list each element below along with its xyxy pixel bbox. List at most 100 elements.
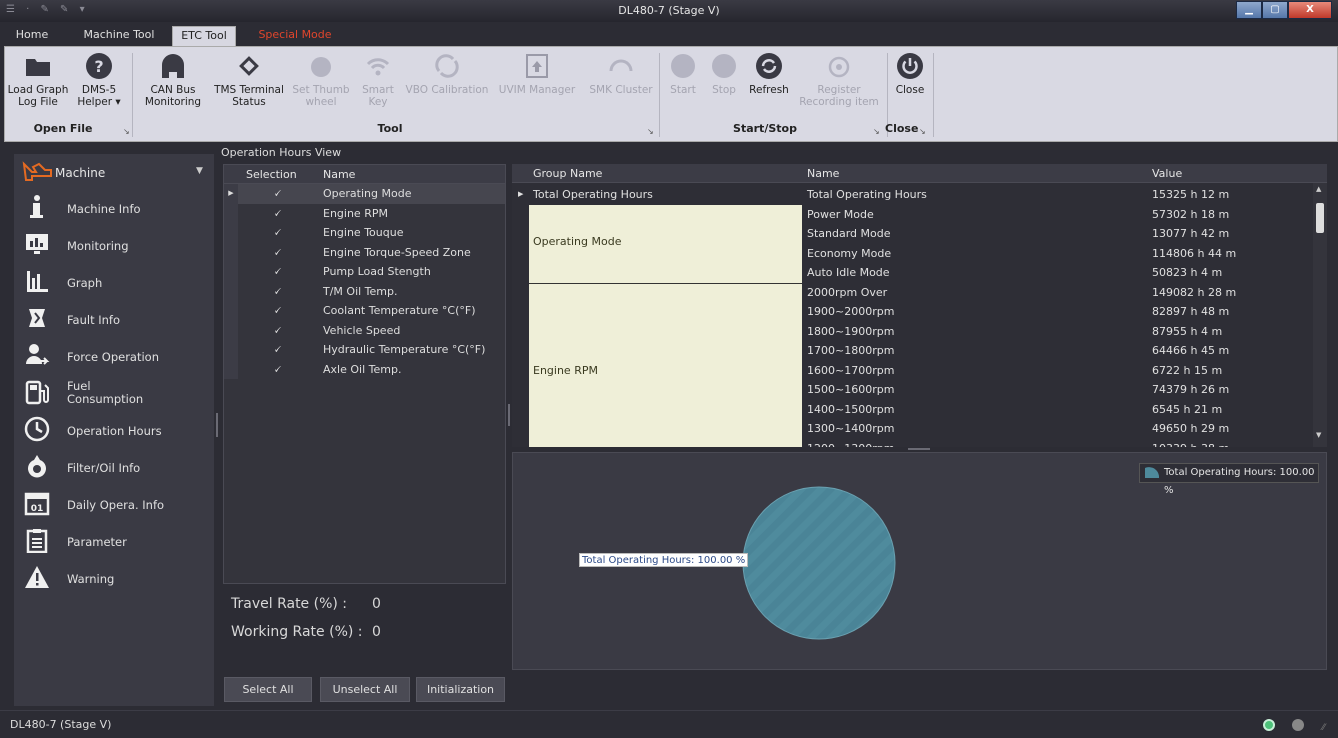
uvim-manager-button[interactable]: UVIM Manager <box>495 51 579 96</box>
stop-button[interactable]: Stop <box>705 51 743 96</box>
row-selector[interactable] <box>224 301 238 321</box>
tab-machine-tool[interactable]: Machine Tool <box>76 26 162 46</box>
sidebar-item-daily-opera-info[interactable]: 01 Daily Opera. Info <box>14 486 214 523</box>
selection-checkbox[interactable]: 🗸 <box>238 223 317 243</box>
table-row[interactable]: 1500~1600rpm 74379 h 26 m <box>512 380 1312 400</box>
sidebar-item-parameter[interactable]: Parameter <box>14 523 214 560</box>
sidebar-item-fuel-consumption[interactable]: Fuel Consumption <box>14 375 214 412</box>
row-selector[interactable] <box>224 359 238 379</box>
sidebar-item-filter-oil-info[interactable]: Filter/Oil Info <box>14 449 214 486</box>
vbo-calibration-button[interactable]: VBO Calibration <box>401 51 493 96</box>
selection-checkbox[interactable]: 🗸 <box>238 360 317 380</box>
table-row[interactable]: 1600~1700rpm 6722 h 15 m <box>512 361 1312 381</box>
selection-column-header[interactable]: Selection <box>246 168 297 181</box>
close-launcher-icon[interactable]: ↘ <box>919 127 926 136</box>
sidebar-item-force-operation[interactable]: Force Operation <box>14 338 214 375</box>
register-recording-item-button[interactable]: Register Recording item <box>797 51 881 108</box>
maximize-button[interactable]: ▢ <box>1262 1 1288 19</box>
sidebar-item-operation-hours[interactable]: Operation Hours <box>14 412 214 449</box>
stop-icon <box>712 54 736 78</box>
table-row[interactable]: 🗸 T/M Oil Temp. <box>224 281 505 302</box>
grid-vertical-scrollbar[interactable]: ▲ ▼ <box>1313 183 1327 447</box>
table-row[interactable]: 🗸 Pump Load Stength <box>224 262 505 282</box>
sidebar-item-fault-info[interactable]: Fault Info <box>14 301 214 338</box>
table-row[interactable]: 1300~1400rpm 49650 h 29 m <box>512 419 1312 439</box>
row-selector[interactable] <box>224 281 238 301</box>
sidebar-item-graph[interactable]: Graph <box>14 264 214 301</box>
fuel-pump-icon <box>24 379 50 405</box>
dms5-helper-button[interactable]: ? DMS-5 Helper ▾ <box>71 51 127 108</box>
selection-checkbox[interactable]: 🗸 <box>238 184 317 204</box>
selection-checkbox[interactable]: 🗸 <box>238 340 317 360</box>
table-row[interactable]: 1400~1500rpm 6545 h 21 m <box>512 400 1312 420</box>
table-row[interactable]: 1900~2000rpm 82897 h 48 m <box>512 302 1312 322</box>
table-row[interactable]: Standard Mode 13077 h 42 m <box>512 224 1312 244</box>
tms-terminal-status-button[interactable]: TMS Terminal Status <box>209 51 289 108</box>
name-column-header[interactable]: Name <box>323 168 355 181</box>
table-row[interactable]: ▶ 🗸 Operating Mode <box>224 184 505 204</box>
tab-home[interactable]: Home <box>6 26 58 46</box>
refresh-button[interactable]: Refresh <box>745 51 793 96</box>
table-row[interactable]: Auto Idle Mode 50823 h 4 m <box>512 263 1312 283</box>
start-button[interactable]: Start <box>663 51 703 96</box>
scroll-thumb[interactable] <box>1316 203 1324 233</box>
row-selector[interactable] <box>224 203 238 223</box>
table-row[interactable]: 1800~1900rpm 87955 h 4 m <box>512 322 1312 342</box>
table-row[interactable]: 🗸 Coolant Temperature °C(°F) <box>224 301 505 321</box>
smk-cluster-button[interactable]: SMK Cluster <box>585 51 657 96</box>
row-selector[interactable] <box>224 320 238 340</box>
grid-name-column-header[interactable]: Name <box>807 167 839 180</box>
sidebar-item-machine-info[interactable]: Machine Info <box>14 190 214 227</box>
start-icon <box>671 54 695 78</box>
set-thumb-wheel-button[interactable]: Set Thumb wheel <box>291 51 351 108</box>
tab-etc-tool[interactable]: ETC Tool <box>172 26 236 46</box>
tool-launcher-icon[interactable]: ↘ <box>647 127 654 136</box>
pie-slice-total-operating-hours[interactable] <box>742 486 896 640</box>
start-stop-launcher-icon[interactable]: ↘ <box>873 127 880 136</box>
value-column-header[interactable]: Value <box>1152 167 1182 180</box>
table-row[interactable]: Power Mode 57302 h 18 m <box>512 205 1312 225</box>
row-selector[interactable] <box>224 223 238 243</box>
load-graph-log-file-button[interactable]: Load Graph Log File <box>7 51 69 108</box>
table-row[interactable]: 🗸 Hydraulic Temperature °C(°F) <box>224 340 505 360</box>
row-name: Axle Oil Temp. <box>323 362 402 376</box>
table-row[interactable]: ▶ Total Operating Hours Total Operating … <box>512 185 1312 205</box>
selection-checkbox[interactable]: 🗸 <box>238 243 317 263</box>
minimize-button[interactable]: ▁ <box>1236 1 1262 19</box>
row-selector[interactable] <box>224 262 238 282</box>
resize-grip-icon[interactable]: ⁄⁄ <box>1322 723 1325 733</box>
initialization-button[interactable]: Initialization <box>416 677 505 702</box>
can-bus-monitoring-button[interactable]: CAN Bus Monitoring <box>135 51 211 108</box>
select-all-button[interactable]: Select All <box>224 677 312 702</box>
smart-key-button[interactable]: Smart Key <box>357 51 399 108</box>
scroll-down-icon[interactable]: ▼ <box>1316 431 1321 439</box>
table-row[interactable]: 🗸 Axle Oil Temp. <box>224 359 505 380</box>
sidebar-item-warning[interactable]: Warning <box>14 560 214 597</box>
table-row[interactable]: 2000rpm Over 149082 h 28 m <box>512 283 1312 303</box>
selection-checkbox[interactable]: 🗸 <box>238 204 317 224</box>
row-selector[interactable] <box>224 340 238 360</box>
table-row[interactable]: 🗸 Engine Torque-Speed Zone <box>224 242 505 263</box>
table-row[interactable]: 1700~1800rpm 64466 h 45 m <box>512 341 1312 361</box>
scroll-up-icon[interactable]: ▲ <box>1316 185 1321 193</box>
selection-checkbox[interactable]: 🗸 <box>238 321 317 341</box>
table-row[interactable]: 🗸 Engine RPM <box>224 203 505 224</box>
open-file-launcher-icon[interactable]: ↘ <box>123 127 130 136</box>
selection-checkbox[interactable]: 🗸 <box>238 282 317 302</box>
close-button[interactable]: Close <box>891 51 929 96</box>
selection-checkbox[interactable]: 🗸 <box>238 262 317 282</box>
chevron-down-icon[interactable]: ▼ <box>196 166 203 176</box>
machine-nav-header[interactable]: Machine ▼ <box>14 154 214 190</box>
unselect-all-button[interactable]: Unselect All <box>320 677 410 702</box>
sidebar-item-monitoring[interactable]: Monitoring <box>14 227 214 264</box>
group-name-column-header[interactable]: Group Name <box>533 167 602 180</box>
row-selector-arrow-icon[interactable]: ▶ <box>224 184 238 204</box>
table-row[interactable]: 🗸 Engine Touque <box>224 223 505 243</box>
table-row[interactable]: 1200~1300rpm10339 h 38 m <box>512 439 1312 448</box>
close-window-button[interactable]: X <box>1288 1 1332 19</box>
tab-special-mode[interactable]: Special Mode <box>250 26 340 46</box>
table-row[interactable]: Economy Mode 114806 h 44 m <box>512 244 1312 264</box>
table-row[interactable]: 🗸 Vehicle Speed <box>224 320 505 341</box>
selection-checkbox[interactable]: 🗸 <box>238 301 317 321</box>
row-selector[interactable] <box>224 242 238 262</box>
